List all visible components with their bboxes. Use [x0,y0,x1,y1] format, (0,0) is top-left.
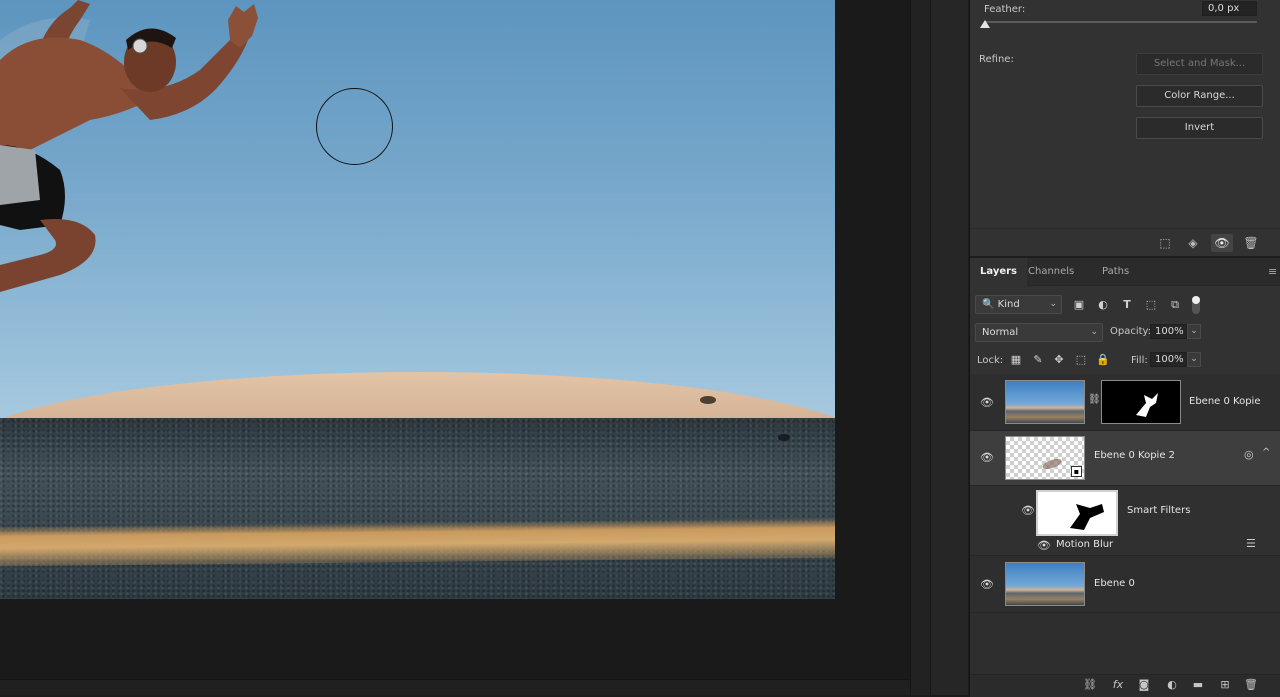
lock-transparent-icon[interactable]: ▦ [1007,351,1025,369]
layer-thumbnail[interactable]: ▪ [1005,436,1085,480]
filter-pixel-icon[interactable]: ▣ [1070,296,1088,314]
fill-input[interactable]: 100% [1150,352,1187,367]
layers-panel: Layers Channels Paths ≡ 🔍 Kind ⌄ ▣ ◐ T ⬚… [969,256,1280,697]
feather-slider-thumb[interactable] [980,20,990,28]
filter-shape-icon[interactable]: ⬚ [1142,296,1160,314]
document-image[interactable] [0,0,835,599]
color-range-button[interactable]: Color Range... [1136,85,1263,107]
runner-figure [0,0,258,292]
blend-mode-value: Normal [982,327,1019,338]
collapse-chevron-icon[interactable]: ^ [1262,447,1270,458]
lock-artboard-icon[interactable]: ⬚ [1072,351,1090,369]
properties-panel: Feather: 0,0 px Refine: Select and Mask.… [969,0,1280,256]
adjustment-layer-icon[interactable]: ◐ [1162,678,1182,694]
eye-icon[interactable]: 👁 [979,578,995,592]
lock-position-icon[interactable]: ✥ [1050,351,1068,369]
filter-adjustment-icon[interactable]: ◐ [1094,296,1112,314]
layer-row-ebene-0-kopie[interactable]: 👁 ⛓ Ebene 0 Kopie [970,374,1280,431]
filter-smart-object-icon[interactable]: ⧉ [1166,296,1184,314]
layers-tabbar: Layers Channels Paths ≡ [970,258,1280,286]
layer-row-ebene-0-kopie-2[interactable]: 👁 ▪ Ebene 0 Kopie 2 ◎ ^ [970,431,1280,486]
blend-mode-select[interactable]: Normal ⌄ [975,323,1103,342]
layer-list: 👁 ⛓ Ebene 0 Kopie 👁 ▪ Ebene 0 Kopie 2 ◎ … [970,374,1280,674]
eye-icon[interactable]: 👁 [979,396,995,410]
canvas-workspace[interactable] [0,0,910,695]
eye-icon[interactable]: 👁 [1036,539,1052,553]
smart-filters-row[interactable]: 👁 Smart Filters 👁 Motion Blur ☰ [970,486,1280,556]
layer-thumbnail[interactable] [1005,380,1085,424]
refine-label: Refine: [979,54,1014,65]
layer-thumbnail[interactable] [1005,562,1085,606]
image-road [0,418,835,599]
select-and-mask-button[interactable]: Select and Mask... [1136,53,1263,75]
layers-footer: ⛓ fx ◙ ◐ ▬ ⊞ 🗑 [970,674,1280,697]
link-layers-icon[interactable]: ⛓ [1080,678,1100,694]
link-icon[interactable]: ⛓ [1088,394,1101,405]
feather-input[interactable]: 0,0 px [1202,1,1257,16]
motion-blur-filter[interactable]: Motion Blur [1056,539,1113,550]
load-selection-icon[interactable]: ⬚ [1154,234,1176,252]
layer-name[interactable]: Ebene 0 Kopie [1189,396,1260,407]
visibility-icon[interactable]: 👁 [1211,234,1233,252]
layer-name[interactable]: Ebene 0 [1094,578,1135,589]
search-icon: 🔍 [982,299,995,310]
feather-slider[interactable] [985,21,1257,23]
layer-row-ebene-0[interactable]: 👁 Ebene 0 [970,556,1280,613]
apply-mask-icon[interactable]: ◈ [1182,234,1204,252]
opacity-label: Opacity: [1110,326,1152,337]
layer-filter-select[interactable]: 🔍 Kind ⌄ [975,295,1062,314]
layer-mask-thumbnail[interactable] [1101,380,1181,424]
tab-paths[interactable]: Paths [1092,258,1139,286]
image-bush [700,396,716,404]
eye-icon[interactable]: 👁 [1020,504,1036,518]
delete-icon[interactable]: 🗑 [1240,234,1262,252]
add-mask-icon[interactable]: ◙ [1134,678,1154,694]
panel-menu-icon[interactable]: ≡ [1268,265,1277,278]
tab-channels[interactable]: Channels [1018,258,1084,286]
filter-toggle[interactable] [1192,296,1200,314]
layer-filter-value: Kind [997,299,1020,310]
properties-footer: ⬚ ◈ 👁 🗑 [970,228,1280,256]
filter-options-icon[interactable]: ☰ [1246,537,1256,550]
image-rock [778,434,790,441]
smart-object-badge-icon: ▪ [1071,466,1082,477]
chevron-down-icon: ⌄ [1090,327,1098,337]
vertical-scrollbar[interactable] [910,0,930,695]
opacity-input[interactable]: 100% [1150,324,1187,339]
feather-label: Feather: [984,4,1026,15]
smart-filter-indicator-icon[interactable]: ◎ [1244,448,1254,461]
layer-name[interactable]: Ebene 0 Kopie 2 [1094,450,1175,461]
smart-filters-label[interactable]: Smart Filters [1127,505,1190,516]
fill-dropdown-button[interactable]: ⌄ [1187,352,1201,367]
eye-icon[interactable]: 👁 [979,451,995,465]
chevron-down-icon: ⌄ [1049,299,1057,309]
group-folder-icon[interactable]: ▬ [1188,678,1208,694]
fx-icon[interactable]: fx [1108,678,1128,694]
lock-all-icon[interactable]: 🔒 [1094,351,1112,369]
lock-label: Lock: [977,355,1004,366]
panel-dock-strip [930,0,968,695]
smart-filter-mask-thumbnail[interactable] [1036,490,1118,536]
invert-button[interactable]: Invert [1136,117,1263,139]
lock-image-icon[interactable]: ✎ [1029,351,1047,369]
horizontal-scrollbar[interactable] [0,679,910,695]
fill-label: Fill: [1131,355,1148,366]
brush-cursor [316,88,393,165]
opacity-dropdown-button[interactable]: ⌄ [1187,324,1201,339]
delete-layer-icon[interactable]: 🗑 [1241,678,1261,694]
new-layer-icon[interactable]: ⊞ [1215,678,1235,694]
filter-type-icon[interactable]: T [1118,296,1136,314]
